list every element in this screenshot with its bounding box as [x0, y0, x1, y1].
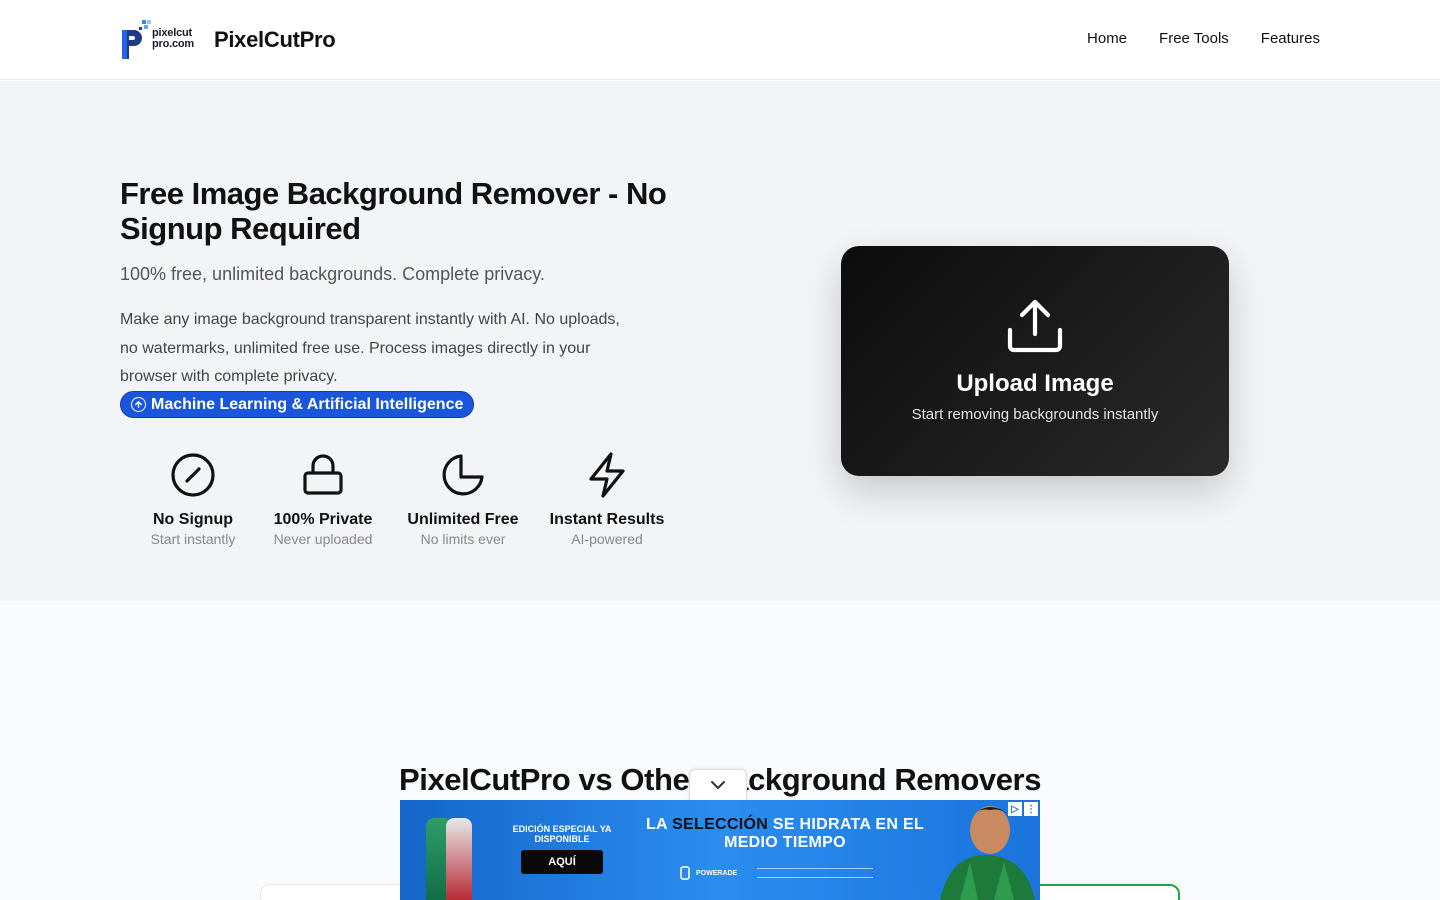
ad-banner[interactable]: EDICIÓN ESPECIAL YA DISPONIBLE AQUÍ LA S…: [400, 800, 1040, 900]
feature-subtitle: No limits ever: [420, 531, 506, 547]
ad-collapse-button[interactable]: [689, 769, 747, 800]
upload-subtitle: Start removing backgrounds instantly: [911, 406, 1159, 423]
upload-image-button[interactable]: Upload Image Start removing backgrounds …: [841, 246, 1229, 476]
pie-chart-icon: [442, 454, 484, 496]
comparison-card-highlighted: [1020, 884, 1180, 900]
feature-list: No Signup Start instantly 100% Private N…: [120, 451, 668, 547]
bottle-image: [446, 818, 472, 900]
feature-title: No Signup: [153, 511, 233, 528]
ad-info-icon[interactable]: ▷: [1008, 802, 1022, 816]
feature-private: 100% Private Never uploaded: [266, 451, 380, 547]
feature-unlimited: Unlimited Free No limits ever: [380, 451, 546, 547]
ml-badge[interactable]: Machine Learning & Artificial Intelligen…: [120, 391, 475, 418]
feature-title: 100% Private: [273, 511, 373, 528]
feature-subtitle: Start instantly: [150, 531, 236, 547]
logo[interactable]: pixelcut pro.com PixelCutPro: [120, 18, 336, 62]
nav-free-tools[interactable]: Free Tools: [1159, 30, 1229, 47]
badge-label: Machine Learning & Artificial Intelligen…: [151, 395, 464, 413]
page-title: Free Image Background Remover - No Signu…: [120, 176, 667, 246]
feature-no-signup: No Signup Start instantly: [120, 451, 266, 547]
lock-icon: [303, 454, 343, 495]
upload-icon: [1007, 299, 1063, 353]
upload-title: Upload Image: [956, 370, 1114, 397]
ad-choices[interactable]: ▷ ⋮: [1008, 802, 1038, 816]
nav-features[interactable]: Features: [1261, 30, 1320, 47]
site-header: pixelcut pro.com PixelCutPro Home Free T…: [0, 0, 1440, 80]
ad-left-text: EDICIÓN ESPECIAL YA DISPONIBLE: [512, 824, 612, 844]
feature-title: Unlimited Free: [407, 511, 519, 528]
brand-name[interactable]: PixelCutPro: [214, 27, 336, 53]
ad-cta-button[interactable]: AQUÍ: [521, 850, 603, 874]
logo-wordmark: pixelcut pro.com: [152, 27, 194, 50]
main-nav: Home Free Tools Features: [1087, 30, 1320, 47]
comparison-card: [260, 884, 420, 900]
hero-subtitle: 100% free, unlimited backgrounds. Comple…: [120, 264, 545, 284]
feature-title: Instant Results: [549, 511, 665, 528]
hero-description: Make any image background transparent in…: [120, 311, 620, 385]
chevron-down-icon: [711, 781, 725, 789]
pixelcut-logo-icon: pixelcut pro.com: [120, 18, 202, 62]
feature-instant: Instant Results AI-powered: [546, 451, 668, 547]
feature-subtitle: Never uploaded: [273, 531, 373, 547]
compass-icon: [171, 453, 215, 497]
lightning-icon: [589, 452, 625, 498]
powerade-logo-icon: [680, 866, 690, 880]
feature-subtitle: AI-powered: [571, 531, 643, 547]
arrow-up-circle-icon: [131, 397, 146, 412]
ad-brand: POWERADE: [696, 869, 738, 877]
nav-home[interactable]: Home: [1087, 30, 1127, 47]
ad-brand-row: POWERADE: [680, 866, 874, 880]
ad-legal-text: [757, 868, 874, 878]
ad-close-icon[interactable]: ⋮: [1024, 802, 1038, 816]
ad-headline: LA SELECCIÓN SE HIDRATA EN EL MEDIO TIEM…: [645, 816, 925, 851]
